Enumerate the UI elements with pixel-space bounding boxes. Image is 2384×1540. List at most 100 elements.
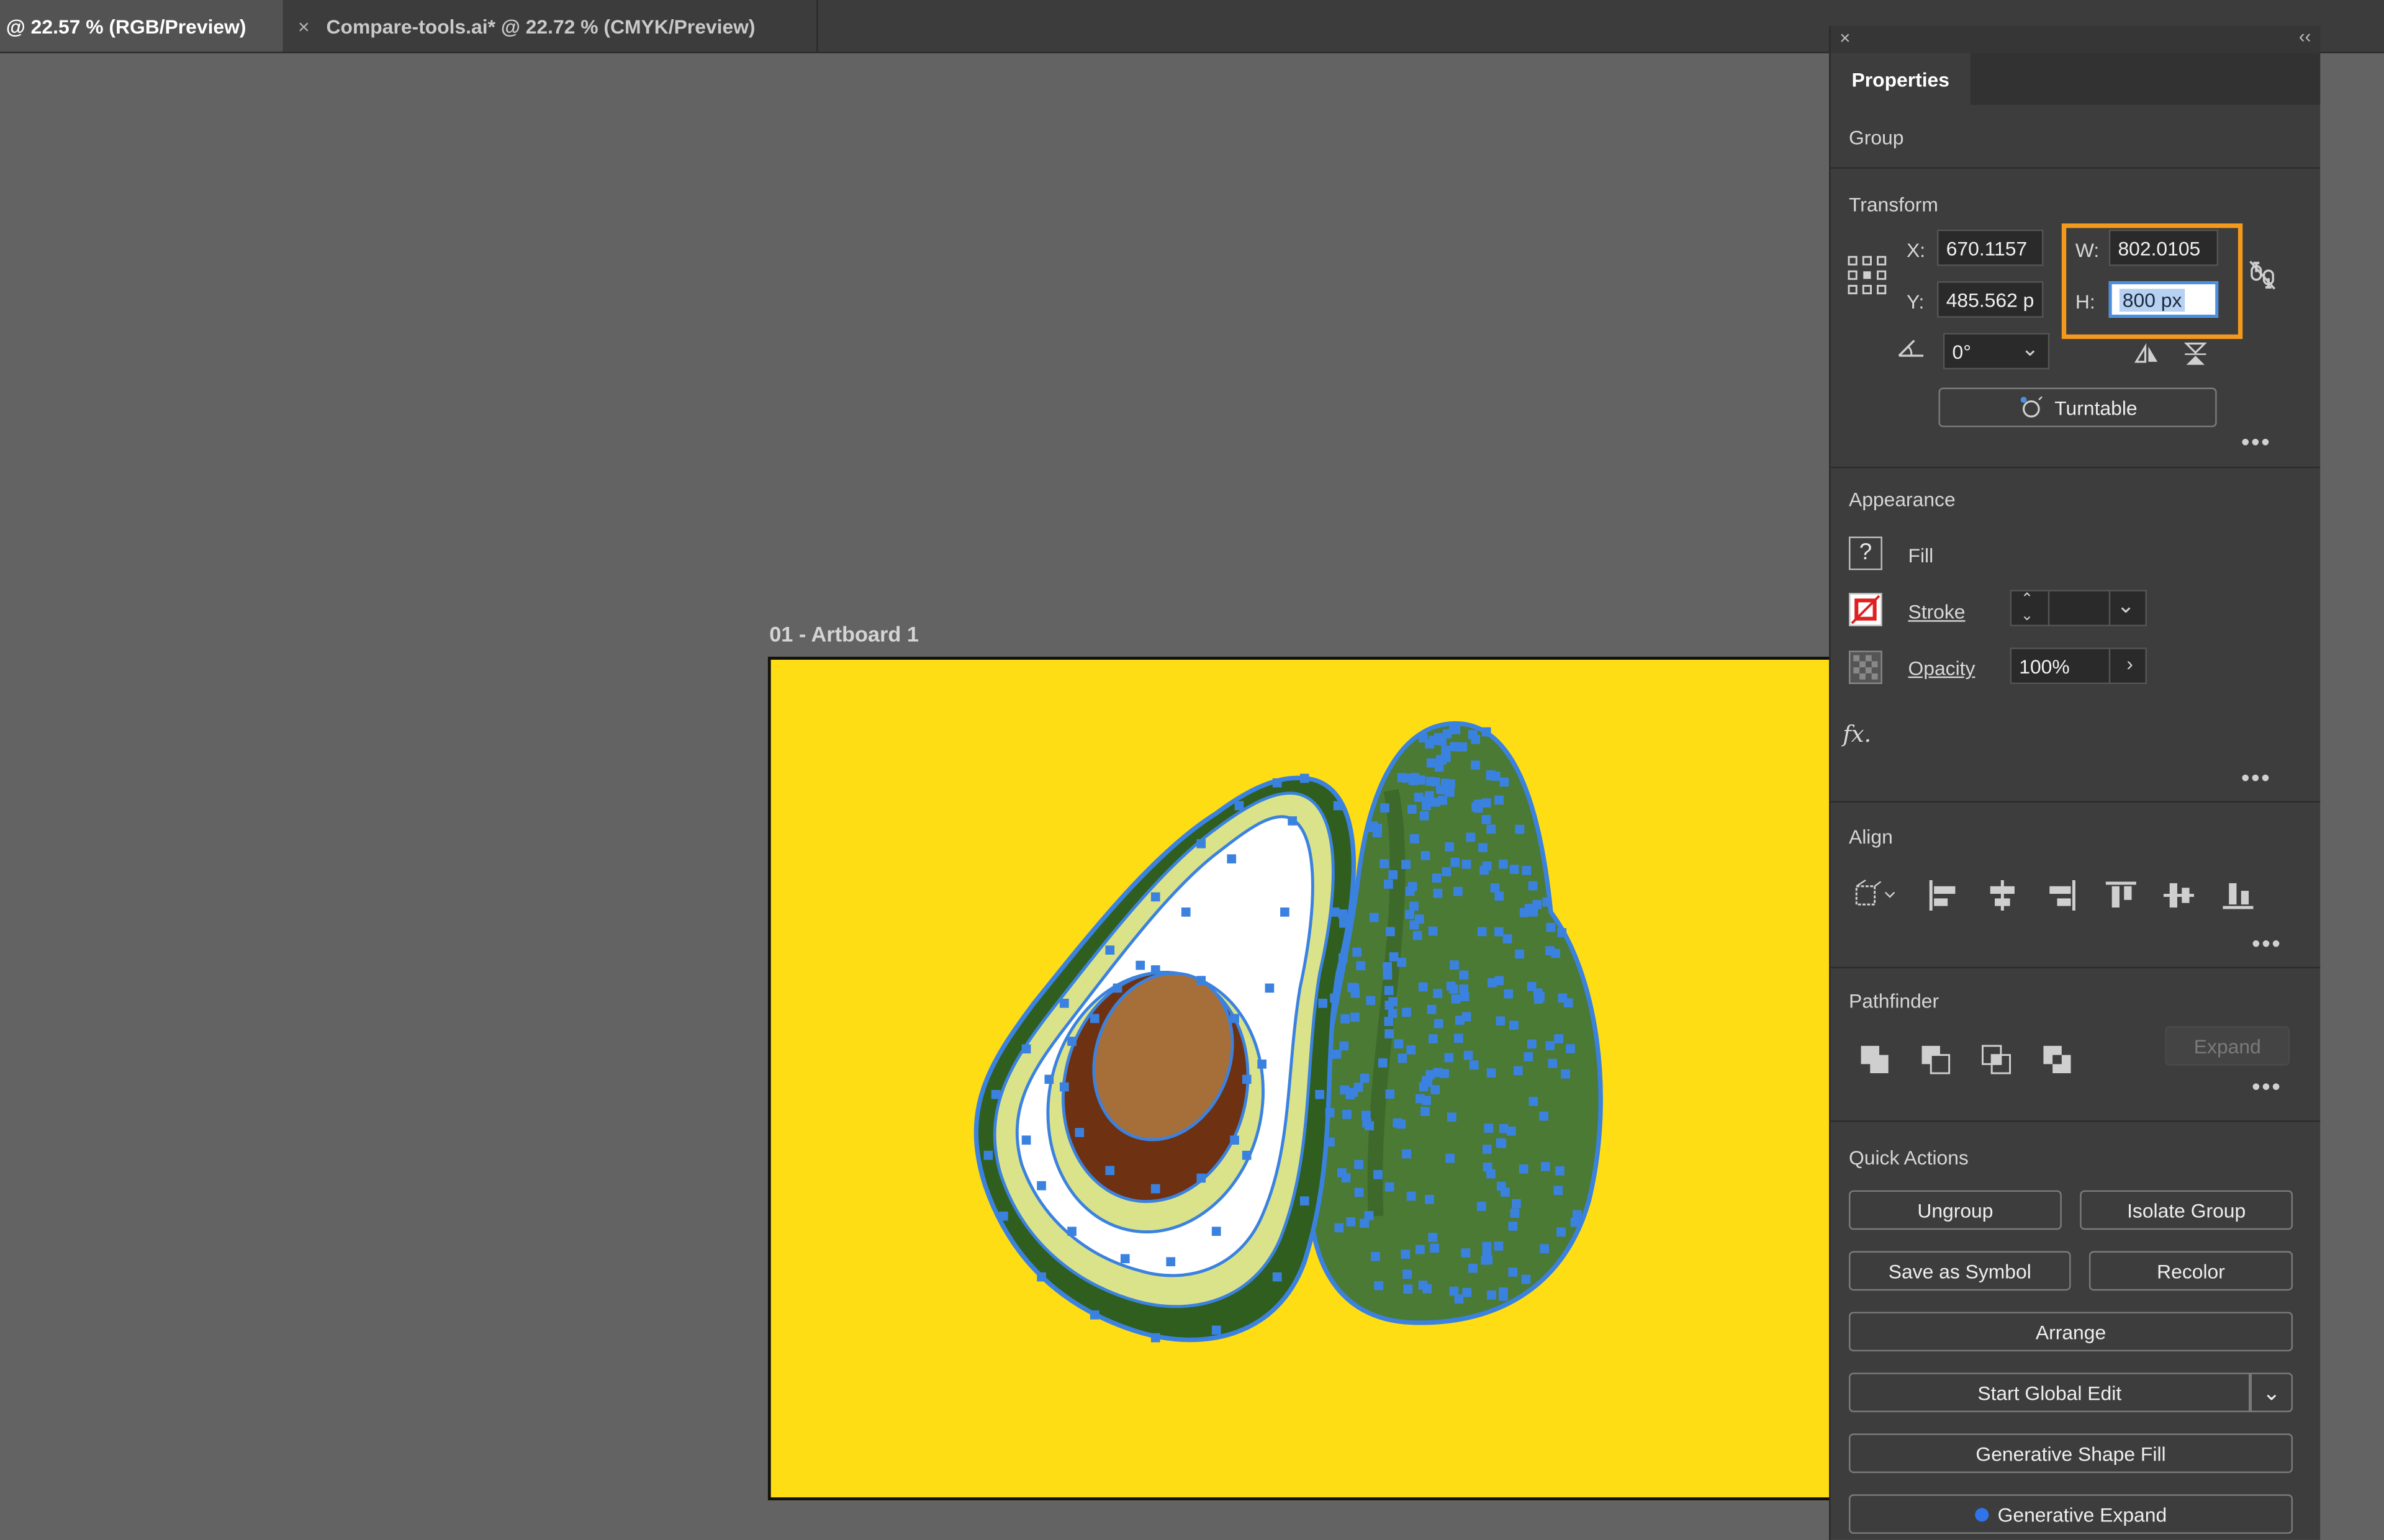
collapse-panel-icon[interactable]: ‹‹ — [2299, 26, 2311, 47]
anchor-point — [991, 1089, 1001, 1099]
chevron-down-icon[interactable]: ⌄ — [2117, 593, 2135, 619]
anchor-point — [1403, 1284, 1413, 1294]
expand-button[interactable]: Expand — [2165, 1026, 2290, 1066]
rotate-field[interactable]: 0° ⌄ — [1943, 333, 2050, 370]
anchor-point — [1494, 1241, 1504, 1251]
anchor-point — [1021, 1135, 1031, 1145]
anchor-point — [1389, 952, 1399, 961]
anchor-point — [1486, 1068, 1496, 1078]
save-as-symbol-button[interactable]: Save as Symbol — [1848, 1251, 2071, 1291]
isolate-group-button[interactable]: Isolate Group — [2080, 1190, 2293, 1230]
document-tab-compare-tools[interactable]: × Compare-tools.ai* @ 22.72 % (CMYK/Prev… — [283, 0, 818, 52]
anchor-point — [1196, 839, 1206, 849]
align-right-icon[interactable] — [2045, 879, 2079, 912]
stroke-weight-field[interactable]: ⌃ ⌄ ⌄ — [2010, 590, 2147, 626]
close-tab-icon[interactable]: × — [298, 14, 310, 37]
anchor-point — [1388, 870, 1398, 880]
anchor-point — [1462, 1287, 1472, 1297]
generative-expand-button[interactable]: Generative Expand — [1848, 1494, 2293, 1534]
reference-point-icon[interactable] — [1848, 255, 1887, 295]
anchor-point — [1481, 798, 1491, 808]
opacity-label[interactable]: Opacity — [1908, 657, 1975, 680]
anchor-point — [1299, 773, 1309, 783]
arrange-button[interactable]: Arrange — [1848, 1312, 2293, 1352]
opacity-icon[interactable] — [1848, 651, 1882, 685]
fx-icon[interactable]: fx. — [1843, 721, 1871, 748]
anchor-point — [1498, 859, 1508, 869]
align-horizontal-center-icon[interactable] — [1985, 879, 2019, 912]
y-label: Y: — [1907, 290, 1925, 313]
anchor-point — [1339, 953, 1348, 963]
anchor-point — [1420, 1107, 1430, 1116]
anchor-point — [1446, 779, 1455, 789]
document-tab-active[interactable]: @ 22.57 % (RGB/Preview) — [0, 0, 283, 52]
anchor-point — [1515, 949, 1524, 959]
anchor-point — [1113, 983, 1122, 993]
recolor-button[interactable]: Recolor — [2088, 1251, 2293, 1291]
avocado-illustration[interactable] — [768, 657, 1862, 1500]
align-left-icon[interactable] — [1926, 879, 1960, 912]
tab-properties[interactable]: Properties — [1830, 53, 1971, 105]
tab-label: Compare-tools.ai* @ 22.72 % (CMYK/Previe… — [326, 14, 756, 38]
y-field[interactable]: 485.562 p — [1937, 281, 2044, 318]
align-top-icon[interactable] — [2104, 879, 2138, 912]
close-panel-icon[interactable]: × — [1840, 27, 1850, 48]
appearance-more-icon[interactable]: ••• — [2241, 766, 2272, 793]
anchor-point — [1407, 804, 1417, 814]
anchor-point — [1385, 1089, 1395, 1099]
anchor-point — [1553, 1186, 1563, 1196]
anchor-point — [1486, 824, 1496, 834]
pathfinder-minus-front-icon[interactable] — [1919, 1043, 1953, 1076]
flip-horizontal-icon[interactable] — [2131, 341, 2162, 368]
turntable-button[interactable]: Turntable — [1938, 387, 2217, 428]
anchor-point — [1361, 1110, 1371, 1120]
opacity-field[interactable]: 100% › — [2010, 647, 2147, 685]
ungroup-button[interactable]: Ungroup — [1848, 1190, 2062, 1230]
anchor-point — [1230, 1135, 1239, 1145]
anchor-point — [1449, 1286, 1459, 1296]
fill-swatch-icon[interactable]: ? — [1848, 536, 1882, 570]
anchor-point — [1211, 1227, 1221, 1236]
transform-more-icon[interactable]: ••• — [2241, 430, 2272, 457]
anchor-point — [1429, 1034, 1438, 1043]
align-vertical-center-icon[interactable] — [2162, 879, 2195, 912]
flip-vertical-icon[interactable] — [2180, 339, 2211, 369]
global-edit-options-chevron-icon[interactable]: ⌄ — [2250, 1372, 2293, 1413]
generative-shape-fill-button[interactable]: Generative Shape Fill — [1848, 1433, 2293, 1474]
pathfinder-intersect-icon[interactable] — [1980, 1043, 2013, 1076]
pathfinder-exclude-icon[interactable] — [2041, 1043, 2074, 1076]
chevron-right-icon[interactable]: › — [2126, 652, 2133, 675]
constrain-proportions-icon[interactable] — [2247, 258, 2278, 292]
anchor-point — [1445, 1153, 1455, 1163]
anchor-point — [1419, 811, 1429, 821]
stroke-label[interactable]: Stroke — [1908, 600, 1965, 623]
anchor-point — [1150, 1184, 1160, 1194]
stepper-icon[interactable]: ⌃ ⌄ — [2021, 592, 2034, 625]
align-more-icon[interactable]: ••• — [2252, 932, 2282, 959]
appearance-title: Appearance — [1848, 488, 1956, 511]
anchor-point — [1440, 1069, 1449, 1078]
anchor-point — [1420, 851, 1430, 860]
anchor-point — [1333, 801, 1343, 811]
anchor-point — [1338, 909, 1348, 919]
artboard-label[interactable]: 01 - Artboard 1 — [769, 622, 919, 646]
anchor-point — [1542, 897, 1552, 907]
anchor-point — [1354, 1187, 1364, 1197]
stroke-swatch-icon[interactable] — [1848, 593, 1882, 626]
fill-label: Fill — [1908, 544, 1934, 567]
artboard[interactable] — [767, 656, 1863, 1501]
anchor-point — [1450, 857, 1460, 867]
anchor-point — [1067, 1037, 1077, 1046]
anchor-point — [1554, 1034, 1563, 1043]
quick-actions-title: Quick Actions — [1848, 1146, 1969, 1169]
align-to-selection-icon[interactable] — [1852, 879, 1903, 912]
x-field[interactable]: 670.1157 — [1937, 229, 2044, 266]
chevron-down-icon[interactable]: ⌄ — [2021, 336, 2039, 362]
pathfinder-unite-icon[interactable] — [1858, 1043, 1892, 1076]
anchor-point — [1419, 1082, 1429, 1092]
start-global-edit-button[interactable]: Start Global Edit — [1848, 1372, 2251, 1413]
align-bottom-icon[interactable] — [2221, 879, 2255, 912]
anchor-point — [1426, 758, 1436, 768]
anchor-point — [1515, 824, 1525, 834]
pathfinder-more-icon[interactable]: ••• — [2252, 1074, 2282, 1102]
